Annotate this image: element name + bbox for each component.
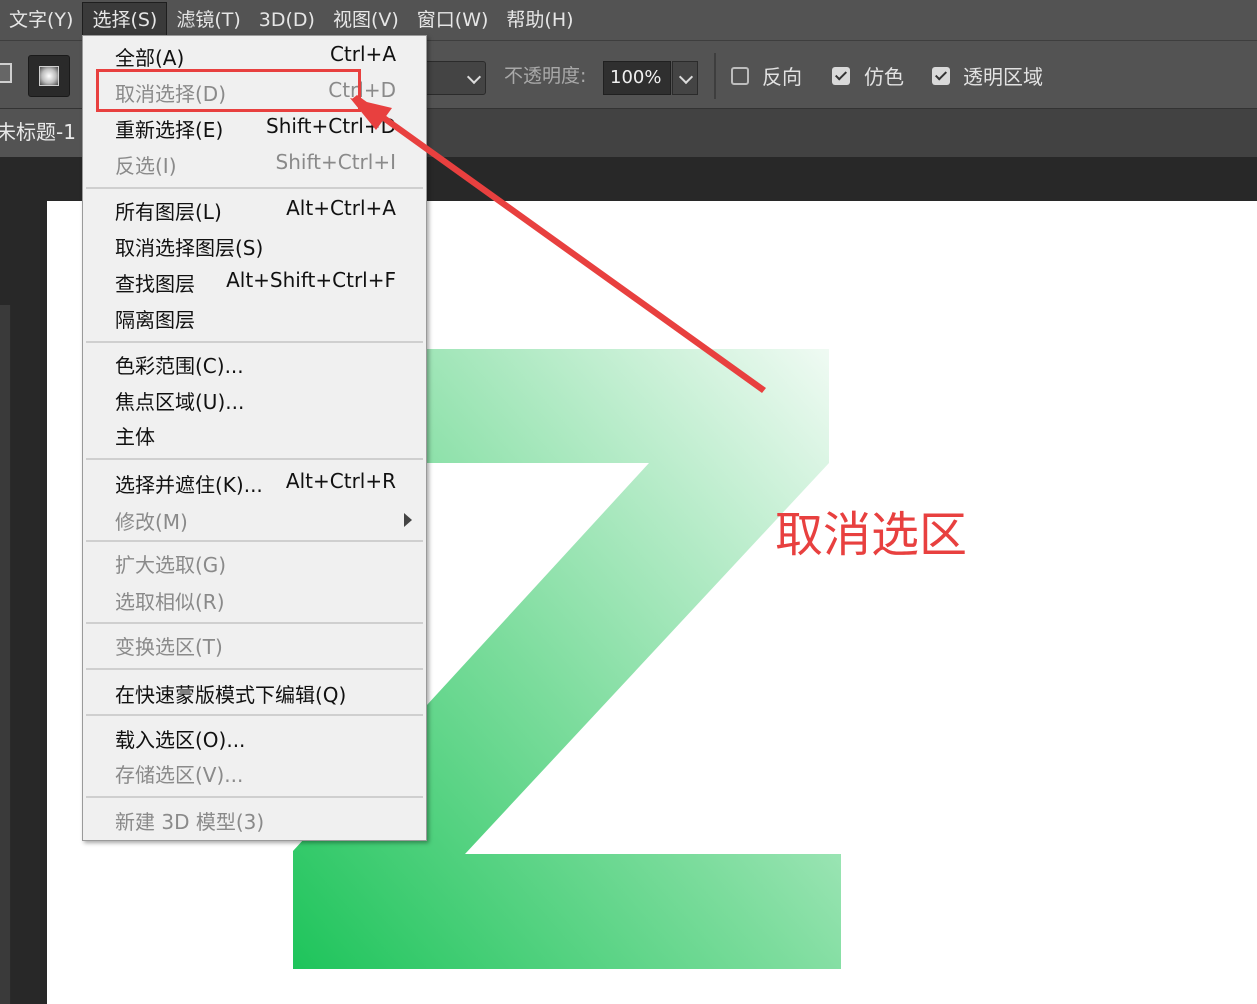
annotation-arrow — [350, 95, 766, 393]
